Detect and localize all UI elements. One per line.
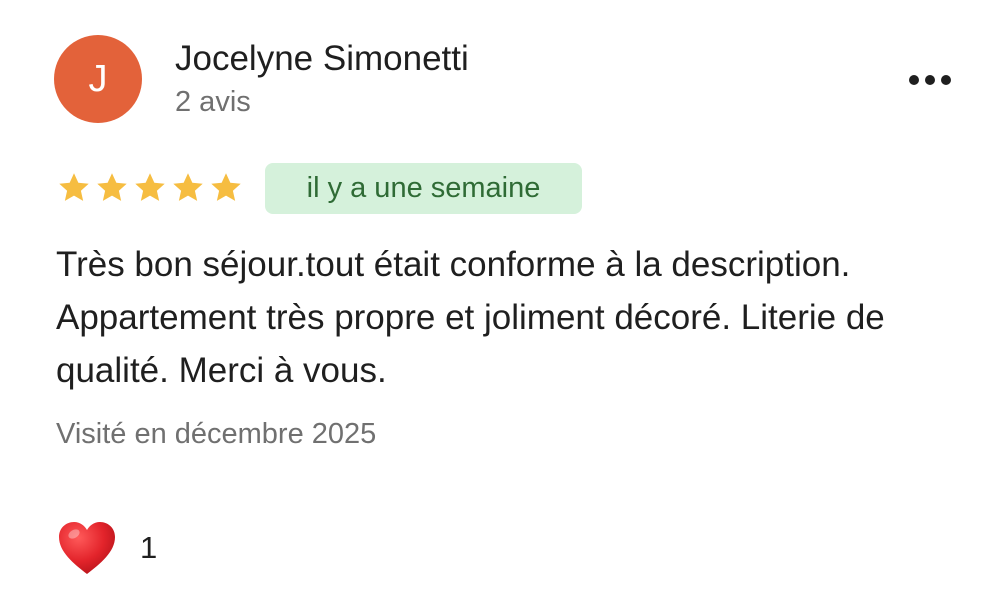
star-icon	[132, 170, 168, 206]
author-name[interactable]: Jocelyne Simonetti	[175, 38, 469, 80]
more-options-icon	[925, 75, 935, 85]
avatar[interactable]: J	[54, 35, 142, 123]
reaction-button[interactable]: 1	[56, 515, 157, 581]
star-rating	[56, 170, 244, 208]
heart-icon	[56, 519, 118, 577]
star-icon	[94, 170, 130, 206]
review-card: J Jocelyne Simonetti 2 avis il y a une s…	[0, 0, 1000, 599]
star-icon	[56, 170, 92, 206]
star-icon	[170, 170, 206, 206]
visit-date: Visité en décembre 2025	[56, 418, 377, 450]
more-options-icon	[909, 75, 919, 85]
more-options-icon	[941, 75, 951, 85]
review-text: Très bon séjour.tout était conforme à la…	[56, 245, 885, 390]
more-options-button[interactable]	[900, 60, 960, 100]
reaction-count: 1	[140, 530, 158, 565]
author-review-count: 2 avis	[175, 86, 251, 118]
star-icon	[208, 170, 244, 206]
review-age-badge: il y a une semaine	[265, 163, 582, 214]
